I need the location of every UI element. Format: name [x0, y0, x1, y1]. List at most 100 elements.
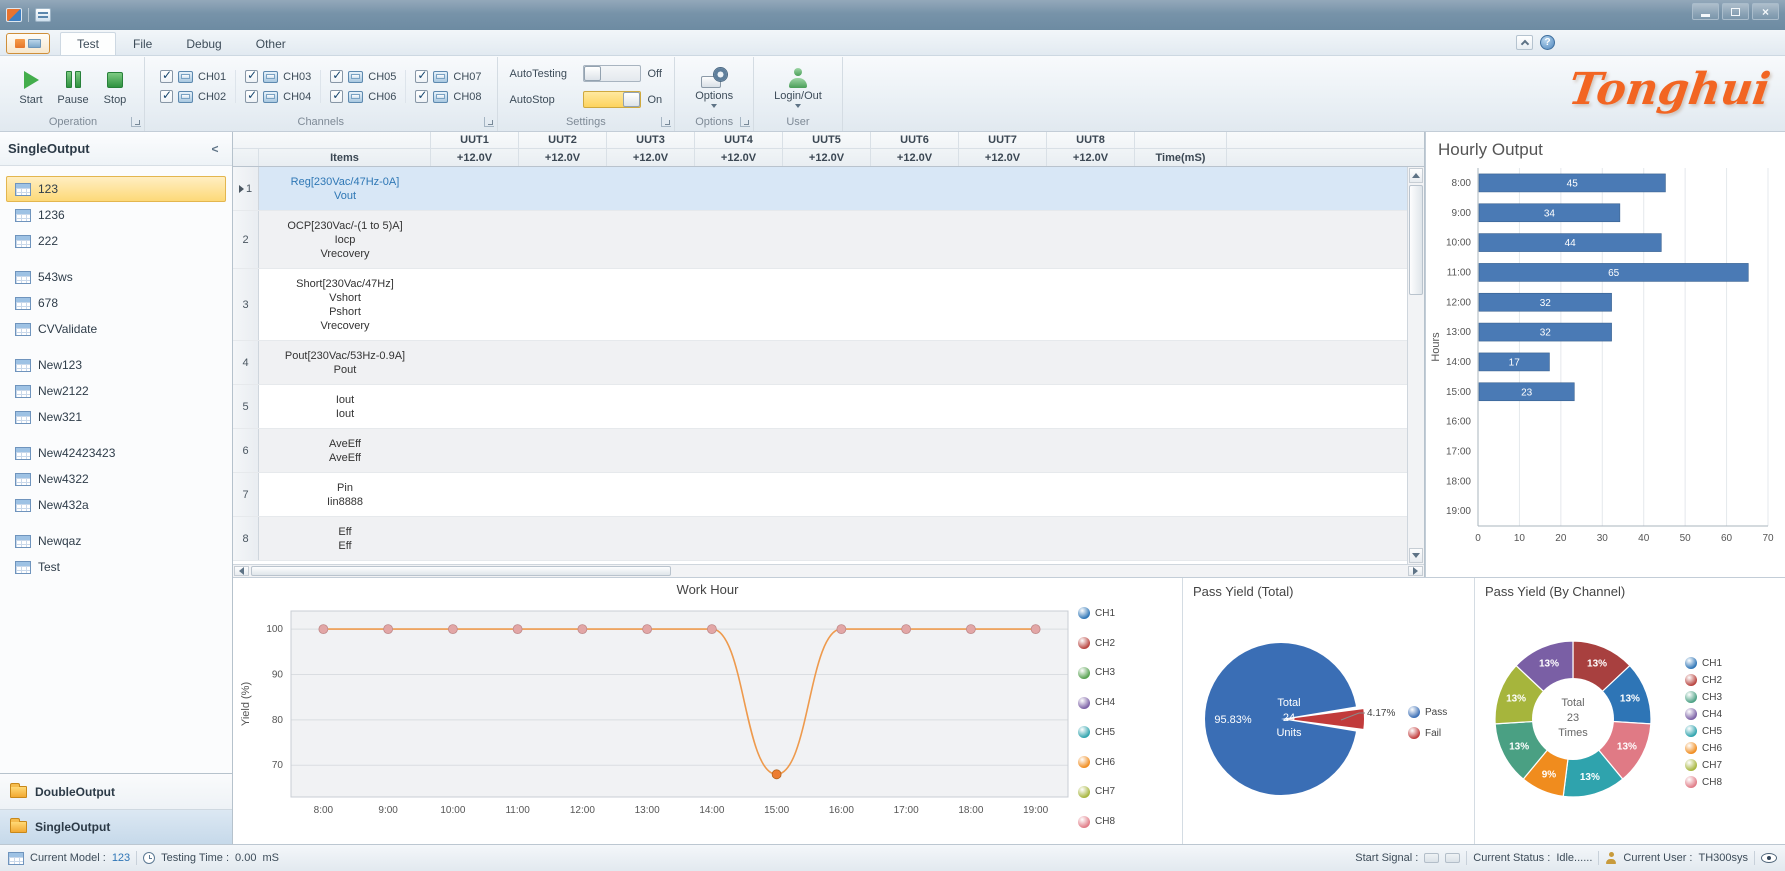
sidebar-item-new2122[interactable]: New2122	[6, 378, 226, 404]
sidebar-nav-singleoutput[interactable]: SingleOutput	[0, 809, 232, 844]
svg-text:13%: 13%	[1620, 694, 1640, 705]
dialog-launcher-icon[interactable]	[740, 117, 750, 127]
header-cell-items[interactable]: Items	[259, 149, 431, 166]
scroll-thumb[interactable]	[251, 566, 671, 576]
scroll-track[interactable]	[251, 566, 1406, 576]
pause-button[interactable]: Pause	[54, 68, 92, 106]
header-cell-uut[interactable]: UUT1	[431, 132, 519, 148]
sidebar-item-222[interactable]: 222	[6, 228, 226, 254]
channel-checkbox-ch02[interactable]: CH02	[160, 90, 226, 103]
svg-text:70: 70	[272, 760, 284, 771]
sidebar-item-123[interactable]: 123	[6, 176, 226, 202]
header-cell-uut[interactable]: UUT2	[519, 132, 607, 148]
svg-text:8:00: 8:00	[314, 805, 334, 816]
start-button[interactable]: Start	[12, 68, 50, 106]
dialog-launcher-icon[interactable]	[661, 117, 671, 127]
sidebar-collapse-button[interactable]: <	[206, 140, 224, 158]
table-row[interactable]: 8EffEff	[233, 517, 1407, 561]
app-icon[interactable]	[6, 8, 22, 22]
dialog-launcher-icon[interactable]	[484, 117, 494, 127]
help-icon[interactable]: ?	[1540, 35, 1555, 50]
autotesting-toggle[interactable]	[583, 65, 641, 82]
channel-checkbox-ch07[interactable]: CH07	[415, 70, 481, 83]
channel-checkbox-ch06[interactable]: CH06	[330, 90, 396, 103]
table-row[interactable]: 6AveEffAveEff	[233, 429, 1407, 473]
table-row[interactable]: 4Pout[230Vac/53Hz-0.9A]Pout	[233, 341, 1407, 385]
checkbox-icon[interactable]	[415, 90, 428, 103]
header-cell-uut[interactable]: UUT5	[783, 132, 871, 148]
sidebar-nav-doubleoutput[interactable]: DoubleOutput	[0, 774, 232, 809]
table-row[interactable]: 3Short[230Vac/47Hz]VshortPshortVrecovery	[233, 269, 1407, 341]
sidebar-item-1236[interactable]: 1236	[6, 202, 226, 228]
sidebar-item-new321[interactable]: New321	[6, 404, 226, 430]
channel-checkbox-ch08[interactable]: CH08	[415, 90, 481, 103]
tab-debug[interactable]: Debug	[169, 32, 238, 55]
legend-item-ch6: CH6	[1685, 742, 1722, 754]
sidebar-item-543ws[interactable]: 543ws	[6, 264, 226, 290]
svg-text:13%: 13%	[1617, 741, 1637, 752]
dialog-launcher-icon[interactable]	[131, 117, 141, 127]
quick-access-icon[interactable]	[35, 8, 51, 22]
tab-other[interactable]: Other	[239, 32, 303, 55]
channel-checkbox-ch04[interactable]: CH04	[245, 90, 311, 103]
table-row[interactable]: 7PinIin8888	[233, 473, 1407, 517]
checkbox-icon[interactable]	[160, 70, 173, 83]
model-icon	[8, 852, 24, 865]
legend-item-ch1: CH1	[1685, 657, 1722, 669]
login-out-button[interactable]: Login/Out	[760, 66, 836, 108]
svg-text:95.83%: 95.83%	[1214, 714, 1252, 726]
header-cell-uut[interactable]: UUT3	[607, 132, 695, 148]
header-cell-uut[interactable]: UUT6	[871, 132, 959, 148]
options-button[interactable]: Options	[681, 66, 747, 108]
checkbox-icon[interactable]	[415, 70, 428, 83]
scroll-down-arrow[interactable]	[1409, 548, 1423, 563]
svg-text:100: 100	[266, 624, 283, 635]
channel-checkbox-ch05[interactable]: CH05	[330, 70, 396, 83]
checkbox-icon[interactable]	[245, 90, 258, 103]
tab-test[interactable]: Test	[60, 32, 116, 55]
autostop-toggle[interactable]	[583, 91, 641, 108]
svg-text:10:00: 10:00	[440, 805, 465, 816]
sidebar-item-new123[interactable]: New123	[6, 352, 226, 378]
header-cell-time[interactable]: Time(mS)	[1135, 149, 1227, 166]
svg-text:14:00: 14:00	[1446, 357, 1471, 368]
checkbox-icon[interactable]	[245, 70, 258, 83]
header-cell-uut[interactable]: UUT8	[1047, 132, 1135, 148]
collapse-ribbon-icon[interactable]	[1516, 35, 1533, 50]
horizontal-scrollbar[interactable]	[233, 564, 1424, 577]
checkbox-icon[interactable]	[330, 90, 343, 103]
checkbox-icon[interactable]	[330, 70, 343, 83]
stop-button[interactable]: Stop	[96, 68, 134, 106]
sidebar-item-new42423423[interactable]: New42423423	[6, 440, 226, 466]
tab-file[interactable]: File	[116, 32, 169, 55]
close-button[interactable]: ×	[1752, 3, 1779, 20]
eye-icon[interactable]	[1761, 853, 1777, 863]
channel-checkbox-ch01[interactable]: CH01	[160, 70, 226, 83]
sidebar-item-cvvalidate[interactable]: CVValidate	[6, 316, 226, 342]
sidebar-item-newqaz[interactable]: Newqaz	[6, 528, 226, 554]
table-row[interactable]: 2OCP[230Vac/-(1 to 5)A]IocpVrecovery	[233, 211, 1407, 269]
scroll-right-arrow[interactable]	[1408, 566, 1423, 576]
sidebar-item-test[interactable]: Test	[6, 554, 226, 580]
channel-checkbox-ch03[interactable]: CH03	[245, 70, 311, 83]
row-item-names: IoutIout	[259, 385, 431, 428]
vertical-scrollbar[interactable]	[1407, 167, 1424, 564]
svg-text:18:00: 18:00	[1446, 476, 1471, 487]
sidebar-item-new4322[interactable]: New4322	[6, 466, 226, 492]
checkbox-icon[interactable]	[160, 90, 173, 103]
app-menu-button[interactable]	[6, 33, 50, 54]
table-row[interactable]: 1Reg[230Vac/47Hz-0A]Vout	[233, 167, 1407, 211]
sidebar-item-678[interactable]: 678	[6, 290, 226, 316]
minimize-button[interactable]	[1692, 3, 1719, 20]
scroll-track[interactable]	[1409, 184, 1423, 547]
header-cell-uut[interactable]: UUT7	[959, 132, 1047, 148]
scroll-up-arrow[interactable]	[1409, 168, 1423, 183]
restore-button[interactable]	[1722, 3, 1749, 20]
channel-label: CH02	[198, 91, 226, 103]
user-icon	[1605, 852, 1617, 864]
table-row[interactable]: 5IoutIout	[233, 385, 1407, 429]
scroll-thumb[interactable]	[1409, 185, 1423, 295]
sidebar-item-new432a[interactable]: New432a	[6, 492, 226, 518]
scroll-left-arrow[interactable]	[234, 566, 249, 576]
header-cell-uut[interactable]: UUT4	[695, 132, 783, 148]
